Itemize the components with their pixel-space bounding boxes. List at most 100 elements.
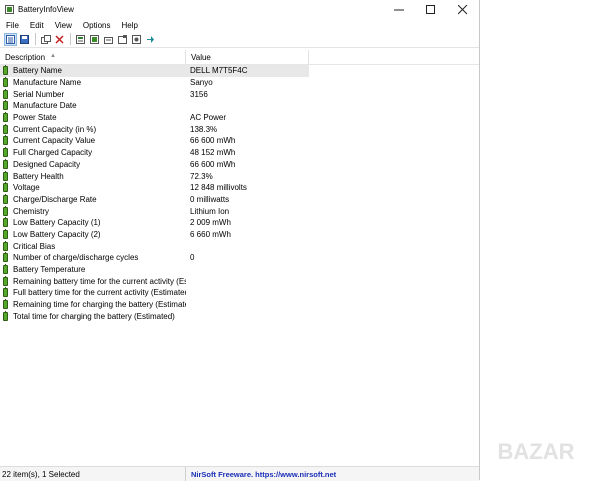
toolbar-separator	[35, 33, 36, 45]
description-cell: Designed Capacity	[0, 158, 186, 171]
value-cell: 0	[190, 253, 195, 263]
menu-file[interactable]: File	[0, 21, 24, 30]
description-text: Serial Number	[13, 89, 65, 99]
battery-icon	[3, 299, 8, 310]
column-header-description[interactable]: Description ▲	[0, 50, 186, 64]
close-button[interactable]	[447, 0, 479, 19]
battery-icon	[3, 228, 8, 239]
value-cell: DELL M7T5F4C	[186, 65, 309, 77]
list-row[interactable]: Voltage 12 848 millivolts	[0, 182, 479, 194]
battery-app-icon	[5, 5, 14, 14]
description-cell: Serial Number	[0, 88, 186, 100]
menu-options[interactable]: Options	[77, 21, 116, 30]
list-row[interactable]: Power State AC Power	[0, 112, 479, 124]
value-cell: 2 009 mWh	[190, 218, 231, 228]
find-icon	[118, 34, 127, 44]
description-text: Low Battery Capacity (2)	[13, 229, 101, 239]
description-text: Number of charge/discharge cycles	[13, 253, 139, 263]
description-cell: Current Capacity Value	[0, 135, 186, 147]
list-row[interactable]: Current Capacity (in %) 138.3%	[0, 123, 479, 135]
list-row[interactable]: Number of charge/discharge cycles 0	[0, 252, 479, 264]
status-item-count: 22 item(s), 1 Selected	[0, 467, 186, 481]
column-header-value[interactable]: Value	[186, 50, 309, 64]
window-title: BatteryInfoView	[18, 5, 74, 14]
refresh-button[interactable]	[102, 33, 115, 46]
description-text: Low Battery Capacity (1)	[13, 218, 101, 228]
list-row[interactable]: Critical Bias	[0, 240, 479, 252]
list-row[interactable]: Manufacture Date	[0, 100, 479, 112]
value-cell: 0 milliwatts	[190, 194, 230, 204]
description-text: Full Charged Capacity	[13, 148, 93, 158]
description-text: Current Capacity (in %)	[13, 124, 97, 134]
battery-icon	[3, 100, 8, 111]
menu-edit[interactable]: Edit	[24, 21, 49, 30]
battery-icon	[3, 123, 8, 134]
battery-icon	[3, 240, 8, 251]
title-bar: BatteryInfoView	[0, 0, 479, 19]
menu-help[interactable]: Help	[115, 21, 142, 30]
list-header: Description ▲ Value	[0, 50, 479, 65]
list-row[interactable]: Current Capacity Value 66 600 mWh	[0, 135, 479, 147]
list-row[interactable]: Battery Temperature	[0, 264, 479, 276]
battery-info-list: Battery Name DELL M7T5F4C Manufacture Name…	[0, 65, 479, 322]
maximize-button[interactable]	[415, 0, 447, 19]
list-row[interactable]: Total time for charging the battery (Est…	[0, 310, 479, 322]
options-button[interactable]	[130, 33, 143, 46]
list-row[interactable]: Low Battery Capacity (2) 6 660 mWh	[0, 228, 479, 241]
value-cell: 12 848 millivolts	[190, 183, 247, 193]
description-text: Chemistry	[13, 206, 50, 216]
list-row[interactable]: Battery Name DELL M7T5F4C	[0, 65, 479, 77]
window-controls	[383, 0, 479, 19]
list-row[interactable]: Full Charged Capacity 48 152 mWh	[0, 147, 479, 159]
list-row[interactable]: Designed Capacity 66 600 mWh	[0, 158, 479, 171]
html-report-icon	[76, 34, 85, 44]
options-icon	[132, 34, 141, 44]
description-cell: Low Battery Capacity (1)	[0, 217, 186, 229]
battery-icon	[3, 217, 8, 228]
value-cell	[186, 275, 309, 287]
list-row[interactable]: Remaining battery time for the current a…	[0, 275, 479, 287]
description-cell: Chemistry	[0, 205, 186, 217]
status-bar: 22 item(s), 1 Selected NirSoft Freeware.…	[0, 466, 479, 481]
list-row[interactable]: Manufacture Name Sanyo	[0, 77, 479, 89]
list-row[interactable]: Low Battery Capacity (1) 2 009 mWh	[0, 217, 479, 229]
nirsoft-link[interactable]: NirSoft Freeware. https://www.nirsoft.ne…	[186, 470, 336, 479]
column-header-value-label: Value	[191, 52, 211, 62]
copy-icon	[40, 34, 51, 44]
value-cell	[186, 310, 309, 322]
html-report-button[interactable]	[74, 33, 87, 46]
list-row[interactable]: Chemistry Lithium Ion	[0, 205, 479, 217]
description-text: Manufacture Name	[13, 78, 82, 88]
minimize-icon	[394, 9, 404, 10]
find-button[interactable]	[116, 33, 129, 46]
list-row[interactable]: Battery Health 72.3%	[0, 170, 479, 182]
list-row[interactable]: Remaining time for charging the battery …	[0, 299, 479, 311]
list-row[interactable]: Serial Number 3156	[0, 88, 479, 100]
menu-view[interactable]: View	[49, 21, 77, 30]
list-view-icon	[6, 34, 15, 44]
value-cell	[186, 100, 309, 112]
list-row[interactable]: Full battery time for the current activi…	[0, 287, 479, 299]
list-row[interactable]: Charge/Discharge Rate 0 milliwatts	[0, 193, 479, 206]
delete-button[interactable]	[53, 33, 66, 46]
value-cell: 6 660 mWh	[190, 229, 231, 239]
exit-button[interactable]	[144, 33, 157, 46]
battery-icon	[3, 158, 8, 169]
value-cell: 66 600 mWh	[190, 136, 236, 146]
description-text: Current Capacity Value	[13, 136, 96, 146]
value-cell: 138.3%	[190, 124, 218, 134]
minimize-button[interactable]	[383, 0, 415, 19]
description-text: Critical Bias	[13, 241, 56, 251]
description-cell: Battery Name	[0, 65, 186, 77]
description-cell: Full Charged Capacity	[0, 147, 186, 159]
properties-button[interactable]	[88, 33, 101, 46]
app-window: BatteryInfoView File Edit View Options H…	[0, 0, 480, 481]
value-cell: 3156	[190, 89, 208, 99]
description-text: Battery Temperature	[13, 265, 86, 275]
description-text: Remaining battery time for the current a…	[13, 276, 186, 286]
list-view-button[interactable]	[4, 32, 17, 46]
copy-button[interactable]	[39, 33, 52, 46]
battery-icon	[3, 193, 8, 204]
save-button[interactable]	[18, 33, 31, 46]
description-text: Battery Health	[13, 171, 64, 181]
